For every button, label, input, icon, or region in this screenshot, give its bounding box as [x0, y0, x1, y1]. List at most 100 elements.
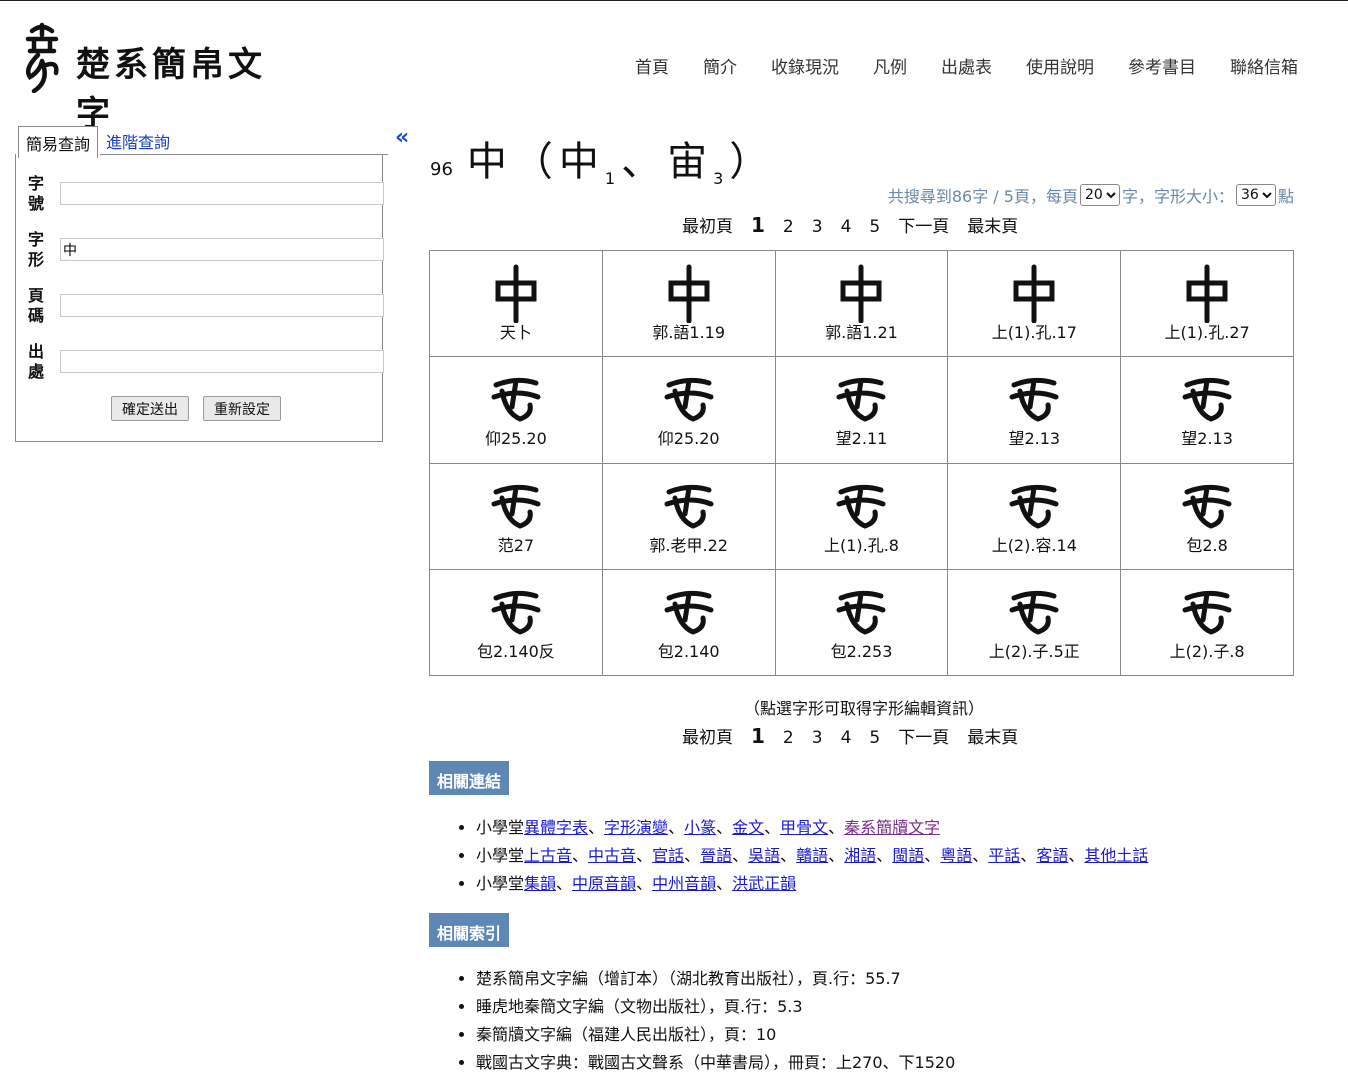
glyph-cell[interactable]: 包2.140反	[429, 568, 603, 677]
collapse-panel-icon[interactable]: «	[395, 125, 409, 150]
tab-simple-search[interactable]: 簡易查詢	[18, 126, 99, 158]
nav-contact[interactable]: 聯絡信箱	[1230, 53, 1298, 78]
related-link[interactable]: 金文	[732, 818, 764, 837]
glyph-source-label: 天卜	[499, 323, 532, 342]
nav-conventions[interactable]: 凡例	[873, 53, 907, 78]
glyph-cell[interactable]: 上(2).子.5正	[947, 568, 1122, 677]
pager-last[interactable]: 最末頁	[967, 212, 1018, 237]
related-link[interactable]: 官話	[652, 846, 684, 865]
related-link[interactable]: 其他土話	[1084, 846, 1148, 865]
pager-next[interactable]: 下一頁	[898, 212, 949, 237]
pager-last[interactable]: 最末頁	[967, 723, 1018, 748]
glyph-cell[interactable]: 仰25.20	[429, 356, 603, 464]
glyph-image-icon[interactable]	[831, 367, 891, 429]
glyph-cell[interactable]: 望2.13	[947, 356, 1122, 464]
related-link[interactable]: 上古音	[524, 846, 572, 865]
nav-status[interactable]: 收錄現況	[771, 53, 839, 78]
glyph-cell[interactable]: 上(2).容.14	[947, 462, 1122, 570]
nav-usage[interactable]: 使用說明	[1026, 53, 1094, 78]
related-link[interactable]: 集韻	[524, 874, 556, 893]
related-link[interactable]: 甲骨文	[780, 818, 828, 837]
entry-main-char: 中	[466, 139, 513, 185]
glyph-cell[interactable]: 范27	[429, 462, 603, 570]
related-link[interactable]: 閩語	[892, 846, 924, 865]
glyph-cell[interactable]: 郭.語1.19	[601, 249, 776, 358]
glyph-image-icon[interactable]	[1004, 474, 1064, 536]
pager-page-3[interactable]: 3	[812, 728, 823, 748]
glyph-cell[interactable]: 上(2).子.8	[1120, 568, 1294, 677]
pager-first[interactable]: 最初頁	[682, 212, 733, 237]
source-input[interactable]	[60, 350, 384, 373]
glyph-cell[interactable]: 望2.13	[1120, 356, 1294, 464]
pager-page-5[interactable]: 5	[869, 217, 880, 237]
glyph-cell[interactable]: 望2.11	[774, 356, 949, 464]
glyph-image-icon[interactable]	[831, 474, 891, 536]
pager-page-2[interactable]: 2	[783, 728, 794, 748]
glyph-image-icon[interactable]	[831, 261, 891, 323]
glyph-image-icon[interactable]	[831, 580, 891, 642]
related-link[interactable]: 字形演變	[604, 818, 668, 837]
nav-references[interactable]: 參考書目	[1128, 53, 1196, 78]
pager-page-5[interactable]: 5	[869, 728, 880, 748]
glyph-image-icon[interactable]	[1177, 474, 1237, 536]
related-link[interactable]: 湘語	[844, 846, 876, 865]
submit-button[interactable]: 確定送出	[111, 396, 189, 421]
pager-page-4[interactable]: 4	[841, 217, 852, 237]
pager-first[interactable]: 最初頁	[682, 723, 733, 748]
glyph-image-icon[interactable]	[486, 261, 546, 323]
pager-page-2[interactable]: 2	[783, 217, 794, 237]
glyph-cell[interactable]: 天卜	[429, 249, 603, 358]
glyph-source-label: 包2.8	[1186, 535, 1228, 555]
pager-page-4[interactable]: 4	[841, 728, 852, 748]
glyph-cell[interactable]: 包2.8	[1120, 462, 1294, 570]
related-link[interactable]: 平話	[988, 846, 1020, 865]
related-link[interactable]: 中原音韻	[572, 874, 636, 893]
page-number-input[interactable]	[60, 294, 384, 317]
glyph-image-icon[interactable]	[486, 580, 546, 642]
pager-page-3[interactable]: 3	[812, 217, 823, 237]
glyph-image-icon[interactable]	[1177, 367, 1237, 429]
glyph-image-icon[interactable]	[486, 367, 546, 429]
entry-variant-1: 中	[558, 139, 605, 185]
related-link[interactable]: 吳語	[748, 846, 780, 865]
glyph-cell[interactable]: 仰25.20	[601, 356, 776, 464]
char-number-input[interactable]	[60, 182, 384, 205]
glyph-image-icon[interactable]	[1004, 261, 1064, 323]
glyph-cell[interactable]: 郭.老甲.22	[601, 462, 776, 570]
glyph-image-icon[interactable]	[1177, 580, 1237, 642]
glyph-cell[interactable]: 包2.253	[774, 568, 949, 677]
glyph-image-icon[interactable]	[486, 474, 546, 536]
related-link[interactable]: 贛語	[796, 846, 828, 865]
nav-intro[interactable]: 簡介	[703, 53, 737, 78]
glyph-image-icon[interactable]	[1004, 367, 1064, 429]
related-link[interactable]: 客語	[1036, 846, 1068, 865]
related-link[interactable]: 中州音韻	[652, 874, 716, 893]
char-form-input[interactable]	[60, 238, 384, 261]
reset-button[interactable]: 重新設定	[203, 396, 281, 421]
related-link[interactable]: 中古音	[588, 846, 636, 865]
site-logo[interactable]: 楚系簡帛文字	[20, 21, 290, 134]
glyph-cell[interactable]: 上(1).孔.27	[1120, 249, 1294, 358]
glyph-size-select[interactable]: 36	[1235, 184, 1276, 206]
nav-home[interactable]: 首頁	[635, 53, 669, 78]
glyph-image-icon[interactable]	[659, 367, 719, 429]
related-link[interactable]: 洪武正韻	[732, 874, 796, 893]
glyph-cell[interactable]: 郭.語1.21	[774, 249, 949, 358]
related-link[interactable]: 粵語	[940, 846, 972, 865]
related-link[interactable]: 晉語	[700, 846, 732, 865]
related-link[interactable]: 小篆	[684, 818, 716, 837]
glyph-image-icon[interactable]	[1177, 261, 1237, 323]
glyph-image-icon[interactable]	[659, 261, 719, 323]
link-separator: 、	[1068, 846, 1085, 865]
glyph-image-icon[interactable]	[1004, 580, 1064, 642]
related-link[interactable]: 異體字表	[524, 818, 588, 837]
glyph-cell[interactable]: 上(1).孔.8	[774, 462, 949, 570]
glyph-cell[interactable]: 包2.140	[601, 568, 776, 677]
related-link[interactable]: 秦系簡牘文字	[844, 818, 940, 837]
glyph-image-icon[interactable]	[659, 580, 719, 642]
nav-sources[interactable]: 出處表	[941, 53, 992, 78]
glyph-image-icon[interactable]	[659, 474, 719, 536]
pager-next[interactable]: 下一頁	[898, 723, 949, 748]
glyph-cell[interactable]: 上(1).孔.17	[947, 249, 1122, 358]
per-page-select[interactable]: 20	[1079, 184, 1120, 206]
